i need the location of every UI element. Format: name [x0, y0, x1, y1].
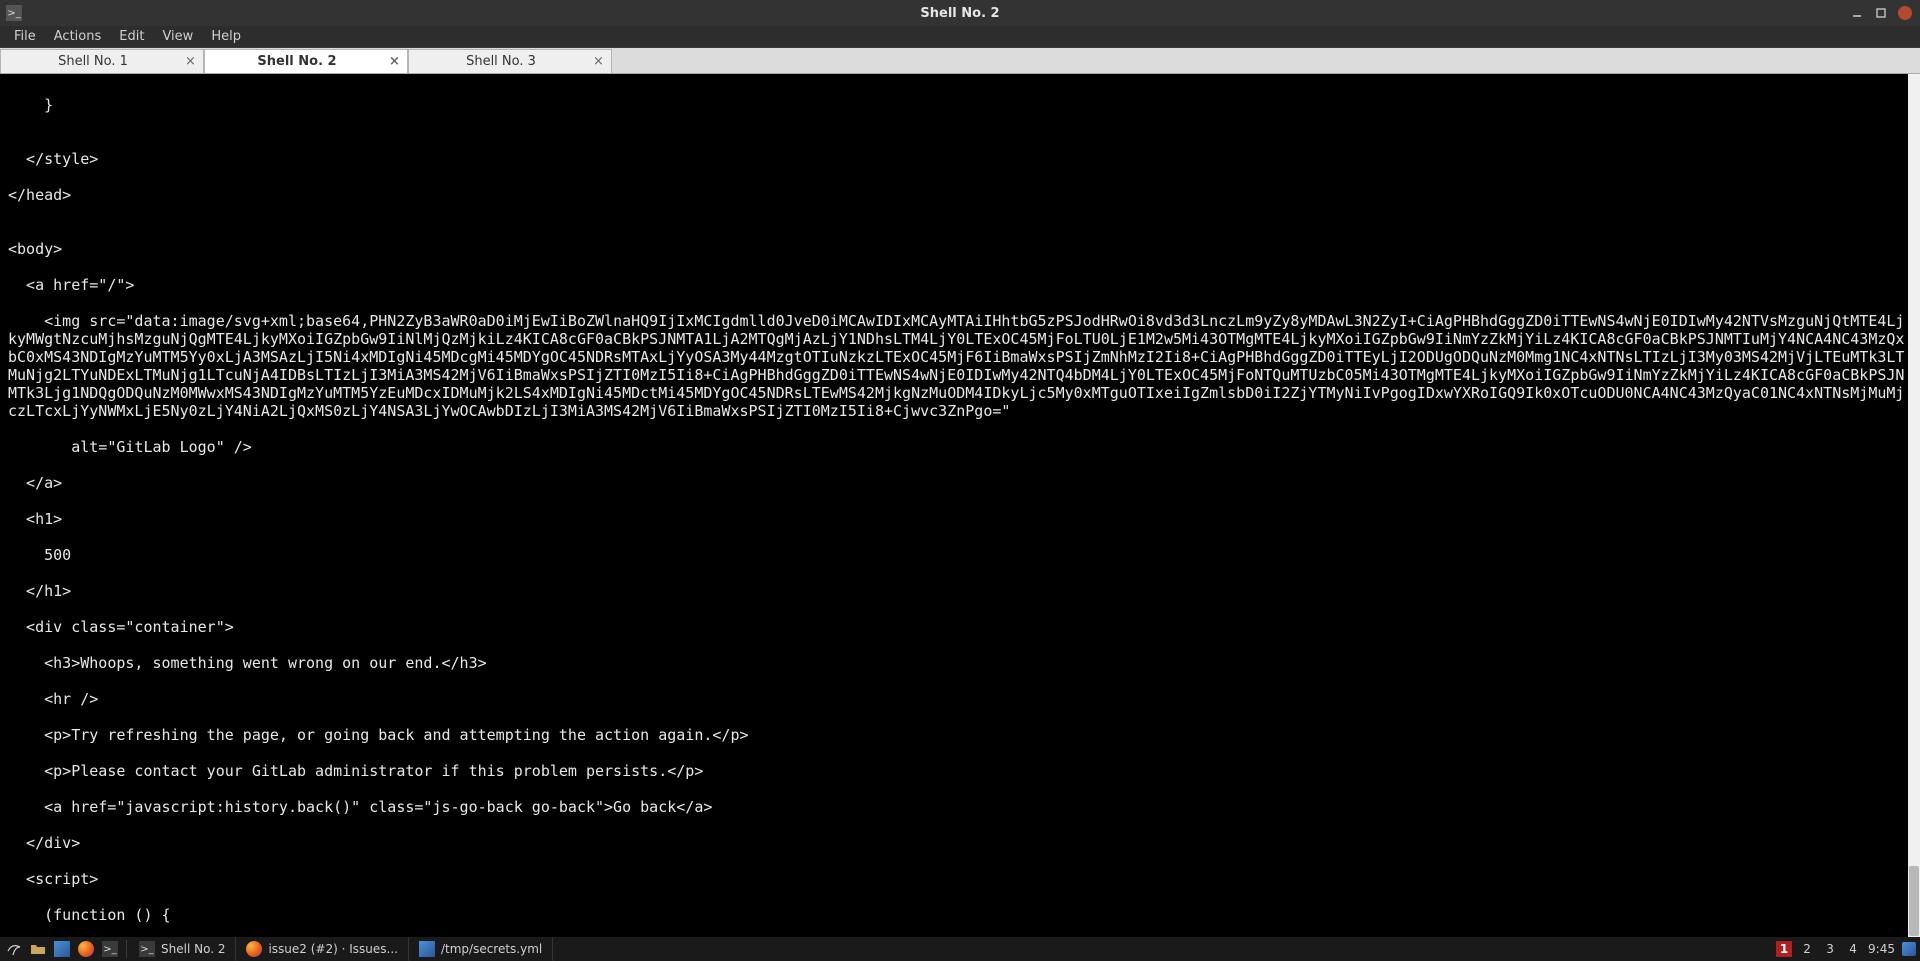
window-controls: [1850, 6, 1920, 20]
tab-label: Shell No. 2: [205, 54, 389, 69]
show-desktop-icon[interactable]: [1902, 942, 1916, 956]
terminal-line: alt="GitLab Logo" />: [8, 438, 1912, 456]
scrollbar-track[interactable]: [1908, 74, 1920, 937]
workspace-4[interactable]: 4: [1845, 941, 1861, 957]
scrollbar-thumb[interactable]: [1909, 866, 1919, 936]
terminal-line: </h1>: [8, 582, 1912, 600]
file-manager-icon[interactable]: [28, 939, 48, 959]
maximize-button[interactable]: [1874, 6, 1888, 20]
task-label: issue2 (#2) · Issues...: [268, 942, 398, 956]
tab-label: Shell No. 1: [1, 54, 185, 69]
terminal-line: </style>: [8, 150, 1912, 168]
task-label: /tmp/secrets.yml: [441, 942, 542, 956]
terminal-line: <h3>Whoops, something went wrong on our …: [8, 654, 1912, 672]
workspace-3[interactable]: 3: [1822, 941, 1838, 957]
close-icon[interactable]: ×: [389, 54, 407, 69]
window-title: Shell No. 2: [920, 6, 999, 21]
editor-icon: [419, 941, 435, 957]
task-label: Shell No. 2: [161, 942, 225, 956]
editor-icon[interactable]: [52, 939, 72, 959]
close-button[interactable]: [1898, 6, 1912, 20]
terminal-icon: >_: [6, 5, 22, 21]
minimize-button[interactable]: [1850, 6, 1864, 20]
task-shell[interactable]: >_ Shell No. 2: [133, 937, 236, 961]
tab-shell-1[interactable]: Shell No. 1 ×: [0, 49, 204, 73]
terminal-line: </a>: [8, 474, 1912, 492]
terminal-line: </head>: [8, 186, 1912, 204]
tab-strip: Shell No. 1 × Shell No. 2 × Shell No. 3 …: [0, 48, 1920, 74]
taskbar-right: 1 2 3 4 9:45: [1776, 941, 1920, 957]
tab-shell-2[interactable]: Shell No. 2 ×: [204, 49, 408, 73]
terminal-line: <p>Please contact your GitLab administra…: [8, 762, 1912, 780]
taskbar-left: >_ >_ Shell No. 2 issue2 (#2) · Issues..…: [0, 937, 553, 961]
menu-edit[interactable]: Edit: [111, 29, 152, 44]
task-editor[interactable]: /tmp/secrets.yml: [413, 937, 553, 961]
menu-view[interactable]: View: [154, 29, 201, 44]
terminal-line: 500: [8, 546, 1912, 564]
close-icon[interactable]: ×: [593, 54, 611, 69]
firefox-icon[interactable]: [76, 939, 96, 959]
terminal-line: <a href="javascript:history.back()" clas…: [8, 798, 1912, 816]
terminal-line: <h1>: [8, 510, 1912, 528]
tab-shell-3[interactable]: Shell No. 3 ×: [408, 49, 612, 73]
terminal-line: <a href="/">: [8, 276, 1912, 294]
clock[interactable]: 9:45: [1868, 942, 1895, 956]
separator: [126, 940, 127, 958]
terminal-line: <hr />: [8, 690, 1912, 708]
terminal-line: <script>: [8, 870, 1912, 888]
terminal-line: (function () {: [8, 906, 1912, 924]
menu-help[interactable]: Help: [203, 29, 249, 44]
menubar: File Actions Edit View Help: [0, 26, 1920, 48]
tab-label: Shell No. 3: [409, 54, 593, 69]
terminal-line: <body>: [8, 240, 1912, 258]
terminal-viewport[interactable]: } </style> </head> <body> <a href="/"> <…: [0, 74, 1920, 937]
workspace-2[interactable]: 2: [1799, 941, 1815, 957]
terminal-line: <div class="container">: [8, 618, 1912, 636]
taskbar: >_ >_ Shell No. 2 issue2 (#2) · Issues..…: [0, 937, 1920, 961]
firefox-icon: [246, 941, 262, 957]
window-titlebar: >_ Shell No. 2: [0, 0, 1920, 26]
workspace-1[interactable]: 1: [1776, 941, 1792, 957]
terminal-line: }: [8, 96, 1912, 114]
terminal-icon: >_: [139, 941, 155, 957]
terminal-line: <img src="data:image/svg+xml;base64,PHN2…: [8, 312, 1912, 420]
menu-actions[interactable]: Actions: [46, 29, 110, 44]
close-icon[interactable]: ×: [185, 54, 203, 69]
terminal-launcher-icon[interactable]: >_: [100, 939, 120, 959]
terminal-line: <p>Try refreshing the page, or going bac…: [8, 726, 1912, 744]
kali-menu-icon[interactable]: [4, 939, 24, 959]
menu-file[interactable]: File: [6, 29, 44, 44]
task-firefox[interactable]: issue2 (#2) · Issues...: [240, 937, 409, 961]
terminal-line: </div>: [8, 834, 1912, 852]
